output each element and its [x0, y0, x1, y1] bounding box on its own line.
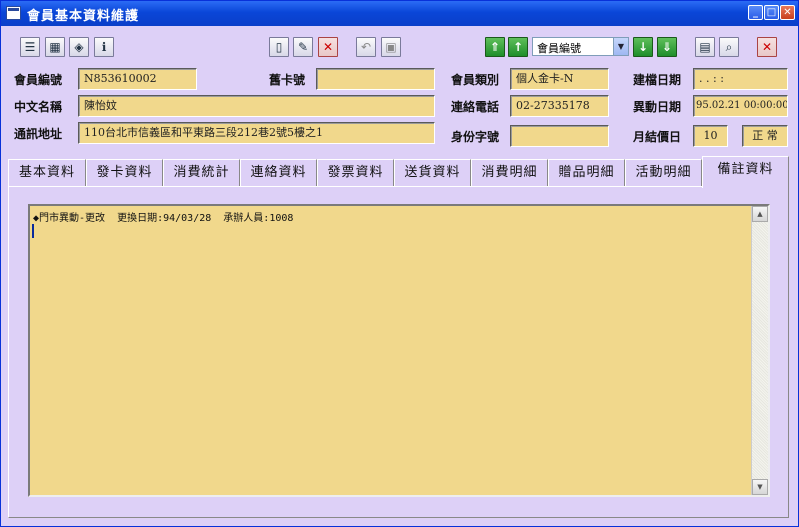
tab-delivery[interactable]: 送貨資料	[394, 159, 471, 187]
notes-panel: ◆門市異動-更改 更換日期:94/03/28 承辦人員:1008 ▲ ▼	[8, 186, 789, 518]
tab-notes[interactable]: 備註資料	[702, 156, 789, 188]
member-no-field[interactable]: N853610002	[78, 68, 197, 90]
minimize-button[interactable]: _	[748, 5, 763, 20]
address-label: 通訊地址	[14, 127, 63, 141]
changed-date-field[interactable]: 95.02.21 00:00:00	[693, 95, 788, 117]
notes-textarea[interactable]: ◆門市異動-更改 更換日期:94/03/28 承辦人員:1008 ▲ ▼	[28, 204, 770, 497]
tab-card-issue[interactable]: 發卡資料	[86, 159, 163, 187]
scroll-up-icon[interactable]: ▲	[752, 206, 768, 222]
scroll-down-icon[interactable]: ▼	[752, 479, 768, 495]
edit-icon[interactable]: ✎	[293, 37, 313, 57]
notes-scrollbar[interactable]: ▲ ▼	[751, 206, 768, 495]
month-settle-label: 月結價日	[633, 130, 682, 144]
tab-spending-stats[interactable]: 消費統計	[163, 159, 240, 187]
address-field[interactable]: 110台北市信義區和平東路三段212巷2號5樓之1	[78, 122, 435, 144]
phone-field[interactable]: 02-27335178	[510, 95, 609, 117]
member-no-label: 會員編號	[14, 73, 63, 87]
prev-record-button[interactable]: ↑	[508, 37, 528, 57]
tab-gift-detail[interactable]: 贈品明細	[548, 159, 625, 187]
next-record-button[interactable]: ↓	[633, 37, 653, 57]
save-icon[interactable]: ▣	[381, 37, 401, 57]
chevron-down-icon[interactable]: ▼	[613, 38, 628, 55]
grid-icon[interactable]: ▤	[695, 37, 715, 57]
maximize-button[interactable]: □	[764, 5, 779, 20]
app-icon	[6, 6, 21, 20]
tab-invoice[interactable]: 發票資料	[317, 159, 394, 187]
old-card-label: 舊卡號	[269, 73, 306, 87]
info-icon[interactable]: ℹ	[94, 37, 114, 57]
status-field[interactable]: 正 常	[742, 125, 788, 147]
calendar-icon[interactable]: ▦	[45, 37, 65, 57]
changed-date-label: 異動日期	[633, 100, 682, 114]
book-icon[interactable]: ◈	[69, 37, 89, 57]
notes-text: ◆門市異動-更改 更換日期:94/03/28 承辦人員:1008	[33, 213, 294, 224]
delete-icon[interactable]: ✕	[318, 37, 338, 57]
first-record-button[interactable]: ⇑	[485, 37, 505, 57]
main-window: 會員基本資料維護 _ □ ✕ ☰ ▦ ◈ ℹ ▯ ✎ ✕ ↶ ▣ ⇑ ↑ 會員編…	[0, 0, 799, 527]
created-date-label: 建檔日期	[633, 73, 682, 87]
tab-activity-detail[interactable]: 活動明細	[625, 159, 702, 187]
old-card-field[interactable]	[316, 68, 435, 90]
chinese-name-label: 中文名稱	[14, 100, 63, 114]
tab-basic-info[interactable]: 基本資料	[8, 159, 86, 187]
last-record-button[interactable]: ⇓	[657, 37, 677, 57]
window-close-button[interactable]: ✕	[780, 5, 795, 20]
id-no-label: 身份字號	[451, 130, 500, 144]
id-no-field[interactable]	[510, 125, 609, 147]
tab-bar: 基本資料 發卡資料 消費統計 連絡資料 發票資料 送貨資料 消費明細 贈品明細 …	[8, 156, 789, 188]
member-type-label: 會員類別	[451, 73, 500, 87]
search-icon[interactable]: ⌕	[719, 37, 739, 57]
sort-field-value: 會員編號	[537, 42, 581, 55]
title-bar[interactable]: 會員基本資料維護 _ □ ✕	[1, 1, 798, 26]
sort-field-select[interactable]: 會員編號 ▼	[532, 37, 629, 56]
phone-label: 連絡電話	[451, 100, 500, 114]
member-type-field[interactable]: 個人金卡-N	[510, 68, 609, 90]
created-date-field[interactable]: . . : :	[693, 68, 788, 90]
new-document-icon[interactable]: ▯	[269, 37, 289, 57]
list-icon[interactable]: ☰	[20, 37, 40, 57]
chinese-name-field[interactable]: 陳怡妏	[78, 95, 435, 117]
month-settle-field[interactable]: 10	[693, 125, 728, 147]
tab-spending-detail[interactable]: 消費明細	[471, 159, 548, 187]
window-title: 會員基本資料維護	[27, 9, 140, 24]
text-caret	[32, 224, 34, 238]
undo-icon[interactable]: ↶	[356, 37, 376, 57]
tab-contact[interactable]: 連絡資料	[240, 159, 317, 187]
close-icon[interactable]: ✕	[757, 37, 777, 57]
